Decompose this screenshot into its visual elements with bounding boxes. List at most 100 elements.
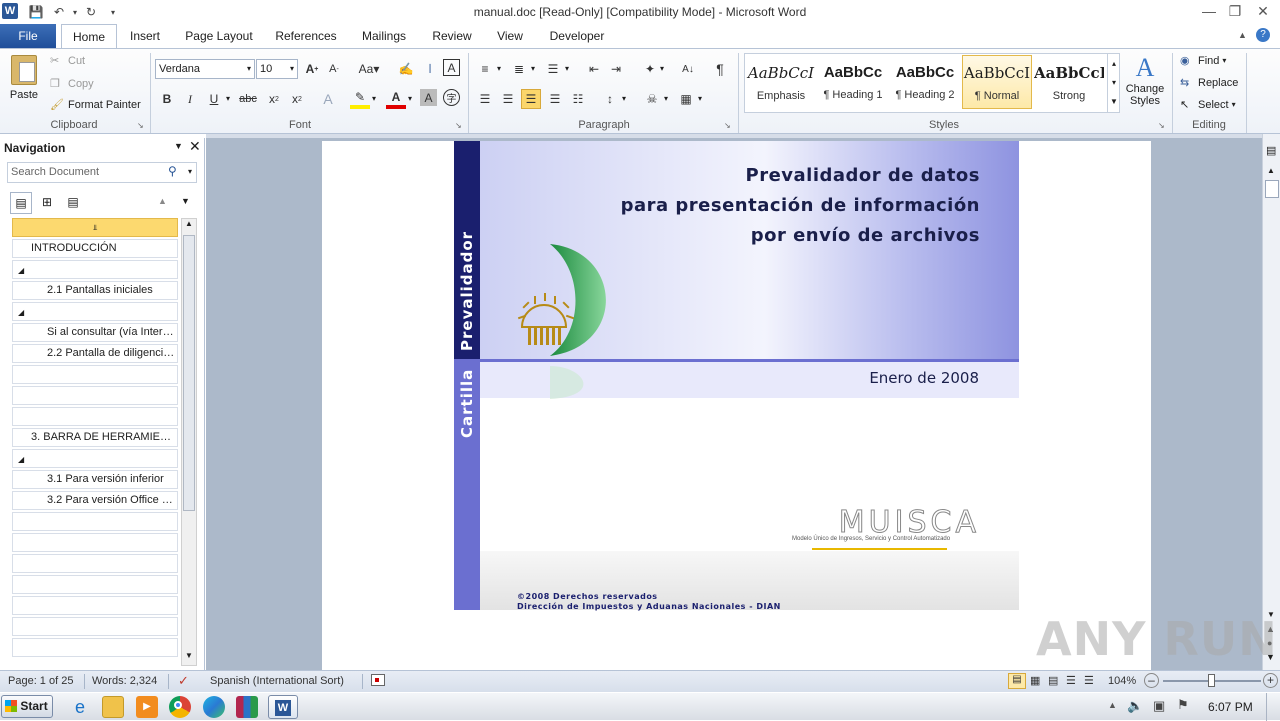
nav-scroll-thumb[interactable] <box>183 235 195 511</box>
numbering-icon[interactable]: ≣ <box>509 59 529 79</box>
tab-references[interactable]: References <box>270 24 342 48</box>
nav-heading-item[interactable]: Si al consultar (vía Internet... <box>12 323 178 342</box>
explorer-icon[interactable] <box>102 696 124 718</box>
tab-mailings[interactable]: Mailings <box>354 24 414 48</box>
nav-heading-item[interactable]: 2.2 Pantalla de diligenciamiento <box>12 344 178 363</box>
line-spacing-icon[interactable]: ↕ <box>600 89 620 109</box>
paste-button[interactable]: Paste <box>6 53 42 109</box>
text-effects-icon[interactable]: A <box>318 89 338 109</box>
nav-heading-item[interactable] <box>12 575 178 594</box>
nav-heading-item[interactable]: ◢ <box>12 449 178 468</box>
nav-heading-item[interactable] <box>12 386 178 405</box>
minimize-ribbon-icon[interactable]: ▲ <box>1238 30 1247 40</box>
clear-formatting-icon[interactable]: ✍ <box>396 59 416 79</box>
change-case-icon[interactable]: Aa▾ <box>355 59 383 79</box>
winrar-icon[interactable] <box>236 696 258 718</box>
font-launcher-icon[interactable]: ↘ <box>455 121 462 130</box>
word-taskbar-icon[interactable]: W <box>268 695 298 719</box>
nav-heading-item[interactable]: 2.1 Pantallas iniciales <box>12 281 178 300</box>
nav-heading-item[interactable]: ⫫ <box>12 218 178 237</box>
ie-icon[interactable]: e <box>69 696 91 718</box>
grow-font-icon[interactable]: A + <box>302 59 322 79</box>
nav-heading-item[interactable]: 3. BARRA DE HERRAMIENTAS <box>12 428 178 447</box>
search-icon[interactable]: ⚲ <box>168 164 177 178</box>
align-right-icon[interactable]: ☰ <box>521 89 541 109</box>
font-color-dropdown-icon[interactable]: ▾ <box>408 94 412 103</box>
language-status[interactable]: Spanish (International Sort) <box>210 675 344 687</box>
line-spacing-dropdown-icon[interactable]: ▾ <box>622 94 626 103</box>
help-icon[interactable]: ? <box>1256 28 1270 42</box>
outline-view-icon[interactable]: ☰ <box>1066 674 1076 687</box>
browse-headings-tab[interactable]: ▤ <box>10 192 32 214</box>
draft-view-icon[interactable]: ☰ <box>1084 674 1094 687</box>
strikethrough-icon[interactable]: abc <box>238 89 258 109</box>
cut-button[interactable]: ✂ Cut <box>50 54 85 68</box>
macro-record-icon[interactable] <box>371 674 385 686</box>
borders-dropdown-icon[interactable]: ▾ <box>698 94 702 103</box>
shading-icon[interactable]: ☠ <box>642 89 662 109</box>
nav-heading-item[interactable] <box>12 365 178 384</box>
tab-view[interactable]: View <box>490 24 530 48</box>
minimize-button[interactable]: — <box>1196 1 1222 21</box>
nav-close-icon[interactable]: ✕ <box>189 138 201 155</box>
style-emphasis[interactable]: AaBbCcI Emphasis <box>746 56 816 110</box>
style-heading-1[interactable]: AaBbCc ¶ Heading 1 <box>818 56 888 110</box>
network-icon[interactable]: ▣ <box>1153 698 1165 714</box>
zoom-out-icon[interactable]: – <box>1144 673 1159 688</box>
tab-page-layout[interactable]: Page Layout <box>180 24 258 48</box>
style-heading-2[interactable]: AaBbCc ¶ Heading 2 <box>890 56 960 110</box>
character-border-icon[interactable]: A <box>443 59 460 76</box>
shrink-font-icon[interactable]: A- <box>324 59 344 79</box>
underline-dropdown-icon[interactable]: ▾ <box>226 94 230 103</box>
styles-scroll-down-icon[interactable]: ▾ <box>1107 73 1120 92</box>
clock[interactable]: 6:07 PM <box>1208 700 1253 714</box>
shading-dropdown-icon[interactable]: ▾ <box>664 94 668 103</box>
italic-icon[interactable]: I <box>180 89 200 109</box>
collapse-triangle-icon[interactable]: ◢ <box>18 262 24 278</box>
tab-insert[interactable]: Insert <box>122 24 168 48</box>
tab-review[interactable]: Review <box>426 24 478 48</box>
document-scrollbar[interactable]: ▤ ▲ ▼ ▲ ● ▼ <box>1262 134 1280 670</box>
styles-launcher-icon[interactable]: ↘ <box>1158 121 1165 130</box>
style-strong[interactable]: AaBbCcI Strong <box>1034 56 1104 110</box>
proofing-icon[interactable]: ✓ <box>178 673 189 689</box>
find-button[interactable]: ◉ Find ▾ <box>1180 54 1226 68</box>
tab-developer[interactable]: Developer <box>542 24 612 48</box>
nav-scroll-down-icon[interactable]: ▼ <box>182 651 196 665</box>
nav-heading-item[interactable]: 3.1 Para versión inferior <box>12 470 178 489</box>
zoom-level[interactable]: 104% <box>1108 675 1136 687</box>
change-styles-button[interactable]: A Change Styles <box>1122 53 1168 115</box>
nav-heading-item[interactable] <box>12 596 178 615</box>
paragraph-launcher-icon[interactable]: ↘ <box>724 121 731 130</box>
nav-heading-item[interactable]: INTRODUCCIÓN <box>12 239 178 258</box>
asian-layout-icon[interactable]: ✦ <box>640 59 660 79</box>
start-button[interactable]: Start <box>1 695 53 718</box>
collapse-all-icon[interactable]: ⫫ <box>93 223 98 232</box>
tab-home[interactable]: Home <box>61 24 117 49</box>
superscript-icon[interactable]: x2 <box>287 89 307 109</box>
copy-button[interactable]: ❐ Copy <box>50 77 94 91</box>
replace-button[interactable]: ⇆ Replace <box>1180 76 1238 90</box>
restore-button[interactable]: ❐ <box>1222 1 1248 21</box>
print-layout-view-icon[interactable]: ▤ <box>1008 673 1026 689</box>
edge-icon[interactable] <box>203 696 225 718</box>
font-color-icon[interactable]: A <box>386 89 406 109</box>
zoom-slider-thumb[interactable] <box>1208 674 1215 687</box>
align-left-icon[interactable]: ☰ <box>475 89 495 109</box>
document-page[interactable]: Prevalidador de datos para presentación … <box>322 141 1151 670</box>
decrease-indent-icon[interactable]: ⇤ <box>584 59 604 79</box>
web-layout-icon[interactable]: ▤ <box>1048 674 1058 687</box>
nav-menu-icon[interactable]: ▼ <box>174 141 183 151</box>
search-document-input[interactable]: Search Document ⚲ ▾ <box>7 162 197 183</box>
nav-heading-item[interactable] <box>12 638 178 657</box>
nav-heading-item[interactable] <box>12 533 178 552</box>
show-desktop-button[interactable] <box>1266 693 1280 721</box>
highlight-icon[interactable]: ✎ <box>350 89 370 109</box>
nav-heading-item[interactable]: ◢ <box>12 260 178 279</box>
clipboard-launcher-icon[interactable]: ↘ <box>137 121 144 130</box>
enclose-characters-icon[interactable]: 字 <box>443 89 460 106</box>
zoom-in-icon[interactable]: + <box>1263 673 1278 688</box>
underline-icon[interactable]: U <box>204 89 224 109</box>
bullets-dropdown-icon[interactable]: ▾ <box>497 64 501 73</box>
numbering-dropdown-icon[interactable]: ▾ <box>531 64 535 73</box>
